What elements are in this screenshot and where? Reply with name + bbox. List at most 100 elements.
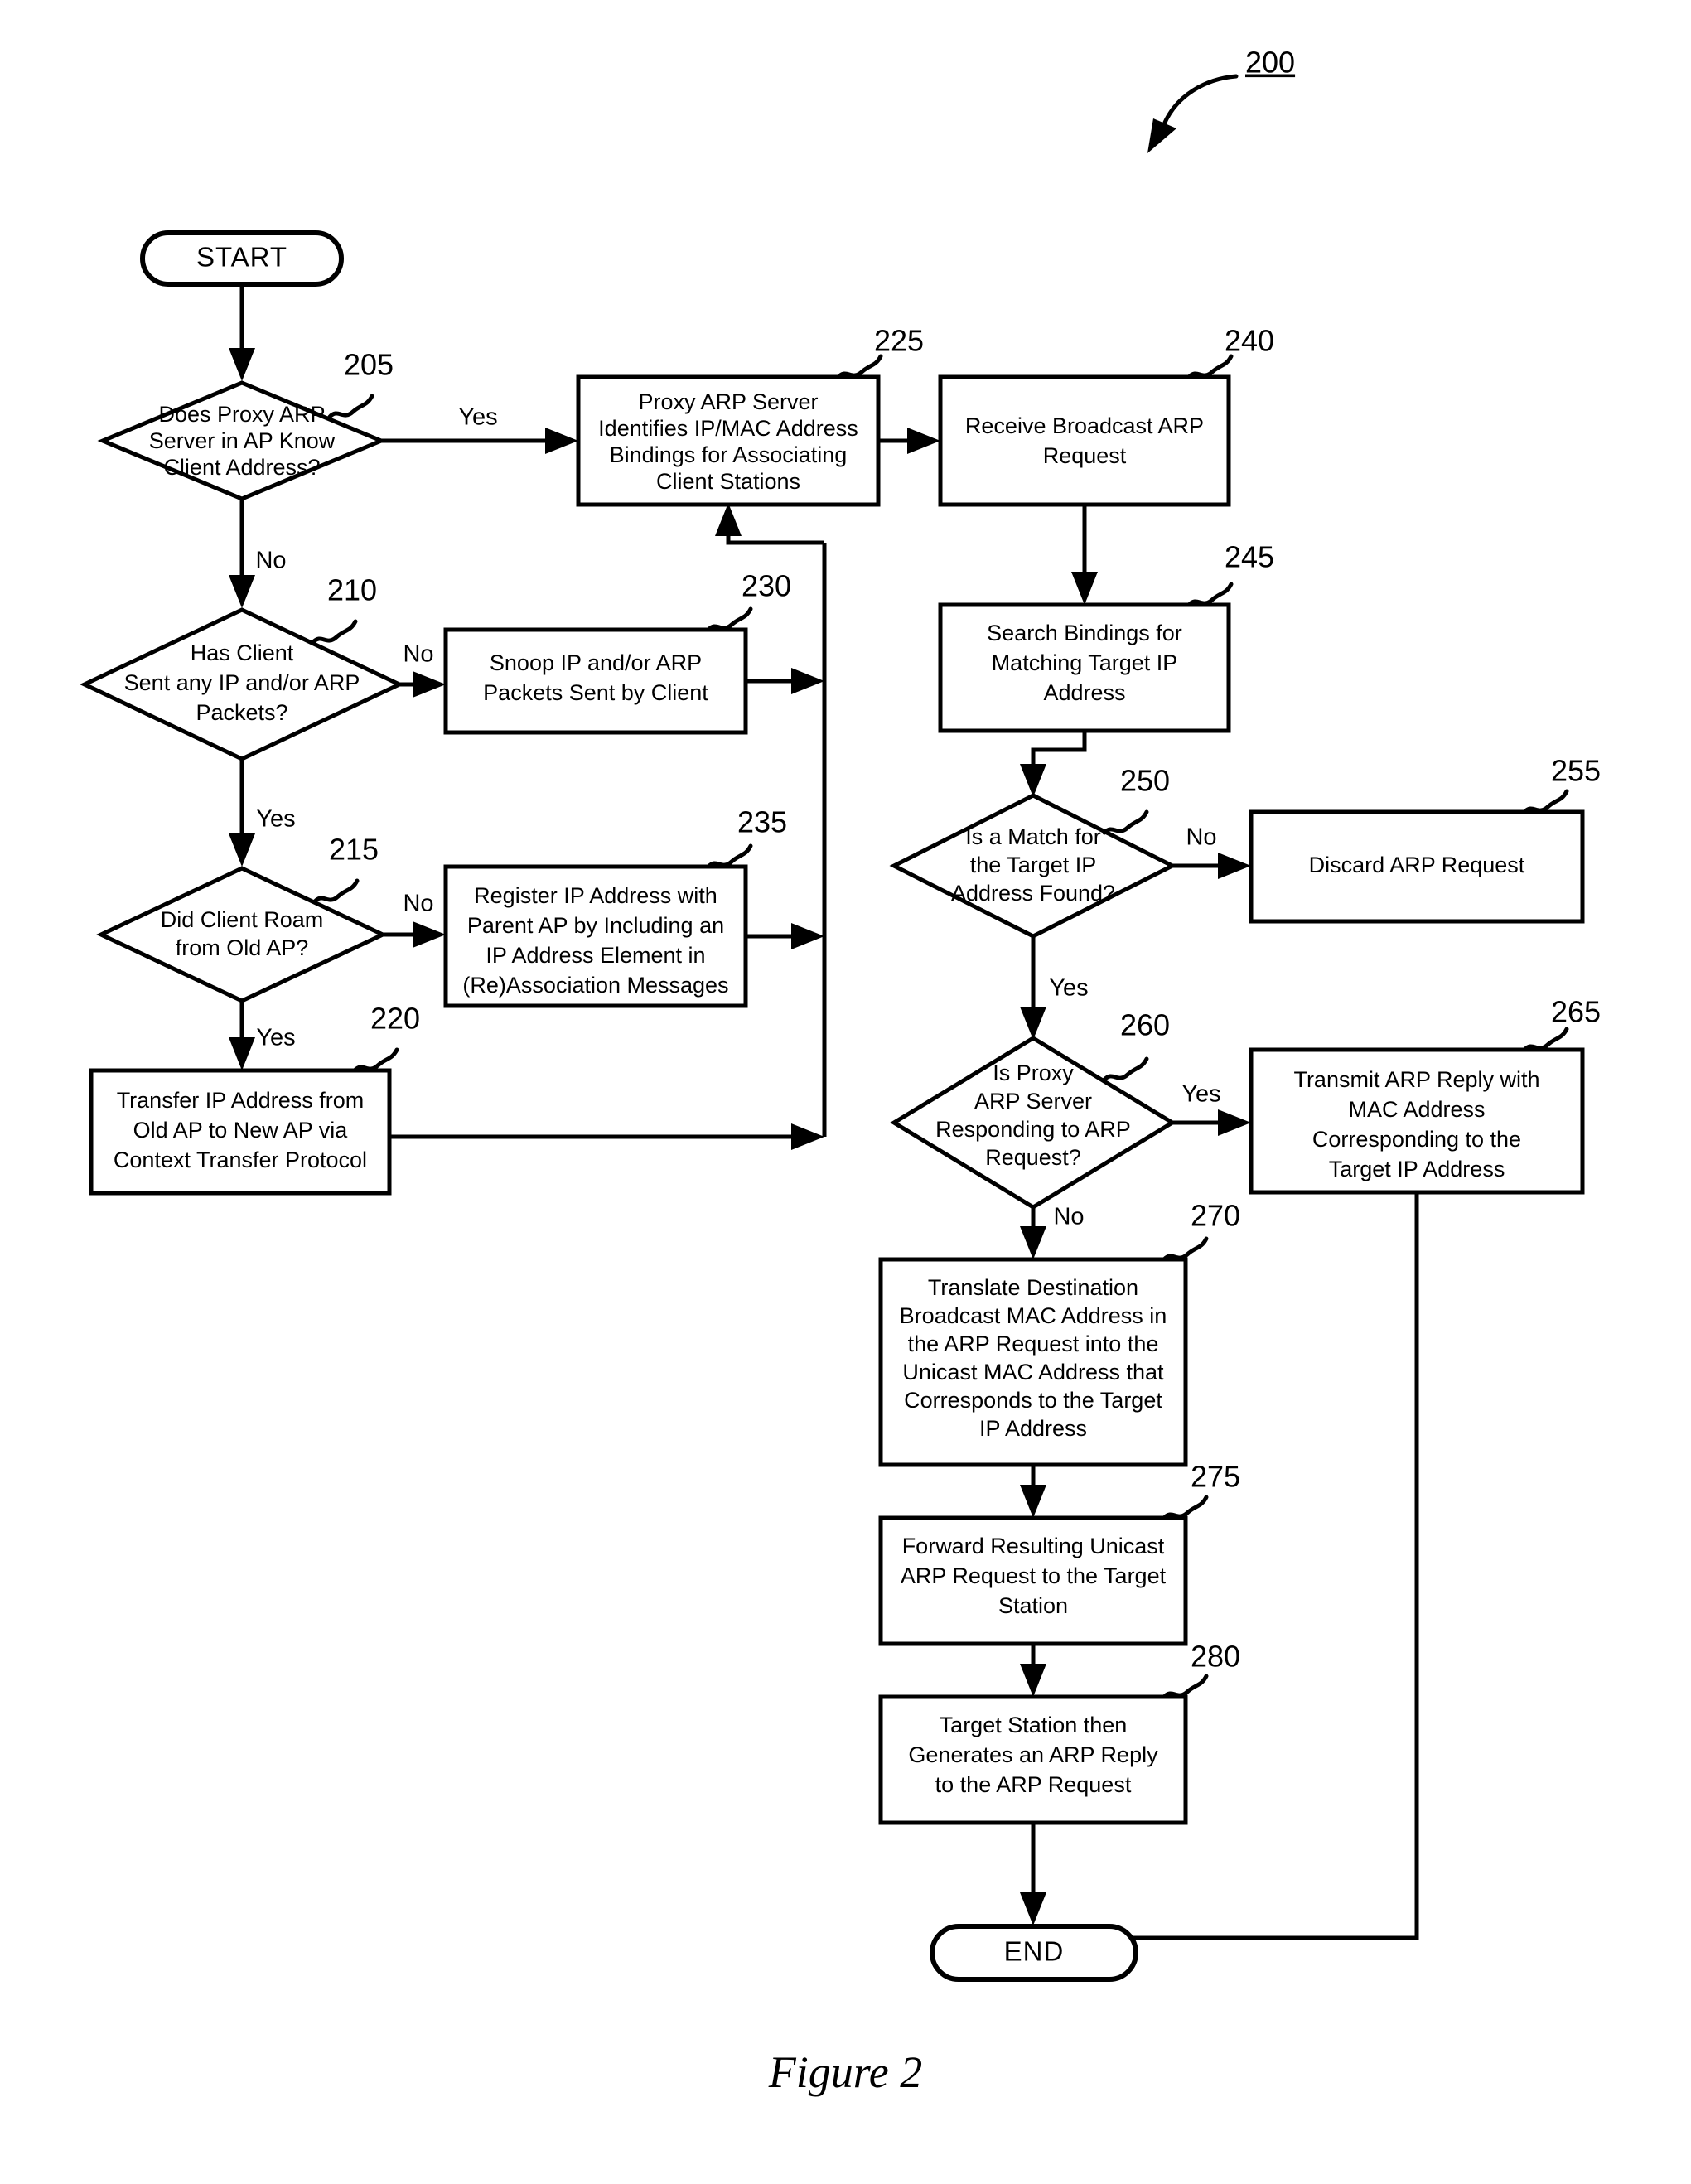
process-265-line-0: Transmit ARP Reply with bbox=[1293, 1067, 1539, 1092]
process-230: Snoop IP and/or ARP Packets Sent by Clie… bbox=[443, 627, 748, 735]
ref-215: 215 bbox=[312, 833, 379, 904]
decision-210: Has Client Sent any IP and/or ARP Packet… bbox=[80, 607, 404, 761]
ref-270: 270 bbox=[1162, 1199, 1240, 1262]
decision-250-line-1: the Target IP bbox=[970, 853, 1097, 877]
process-265-line-2: Corresponding to the bbox=[1312, 1127, 1521, 1152]
decision-205-line-2: Client Address? bbox=[163, 455, 320, 480]
process-220-line-0: Transfer IP Address from bbox=[117, 1088, 365, 1113]
process-270-line-5: IP Address bbox=[979, 1416, 1087, 1441]
process-270-line-0: Translate Destination bbox=[928, 1275, 1138, 1300]
process-270-line-1: Broadcast MAC Address in bbox=[900, 1303, 1167, 1328]
process-230-line-0: Snoop IP and/or ARP bbox=[490, 650, 702, 675]
edge-205-yes-to-225: Yes bbox=[381, 404, 578, 454]
process-235-line-1: Parent AP by Including an bbox=[467, 913, 724, 938]
process-225-line-2: Bindings for Associating bbox=[610, 442, 848, 467]
decision-260-line-1: ARP Server bbox=[974, 1089, 1092, 1114]
process-280: Target Station then Generates an ARP Rep… bbox=[878, 1694, 1188, 1825]
ref-275-label: 275 bbox=[1191, 1460, 1240, 1494]
process-220-line-1: Old AP to New AP via bbox=[133, 1118, 349, 1143]
ref-255: 255 bbox=[1522, 754, 1601, 814]
edge-label-250-yes: Yes bbox=[1049, 975, 1088, 1002]
decision-210-line-2: Packets? bbox=[196, 700, 287, 725]
process-225-line-0: Proxy ARP Server bbox=[638, 389, 818, 414]
decision-250-line-2: Address Found? bbox=[951, 881, 1115, 906]
ref-255-label: 255 bbox=[1551, 754, 1601, 788]
decision-250-line-0: Is a Match for bbox=[965, 824, 1101, 849]
edge-210-no-to-230: No bbox=[399, 641, 446, 698]
ref-210: 210 bbox=[311, 573, 377, 645]
ref-250: 250 bbox=[1102, 764, 1170, 835]
ref-220: 220 bbox=[352, 1002, 420, 1073]
ref-260: 260 bbox=[1102, 1008, 1170, 1082]
ref-230-label: 230 bbox=[742, 569, 791, 603]
decision-205: Does Proxy ARP Server in AP Know Client … bbox=[97, 380, 387, 501]
edge-260-no-to-270: No bbox=[1020, 1204, 1085, 1259]
start-terminator: START bbox=[140, 230, 344, 287]
edge-260-yes-to-265: Yes bbox=[1172, 1081, 1251, 1136]
decision-205-line-0: Does Proxy ARP bbox=[158, 402, 325, 427]
process-235: Register IP Address with Parent AP by In… bbox=[443, 864, 748, 1008]
ref-210-label: 210 bbox=[327, 573, 377, 607]
edge-start-to-205 bbox=[229, 284, 255, 381]
decision-210-line-0: Has Client bbox=[191, 640, 294, 665]
edge-280-to-end bbox=[1020, 1823, 1046, 1925]
process-225: Proxy ARP Server Identifies IP/MAC Addre… bbox=[576, 374, 881, 507]
decision-210-line-1: Sent any IP and/or ARP bbox=[124, 670, 360, 695]
ref-205-label: 205 bbox=[344, 348, 394, 382]
edge-250-yes-to-260: Yes bbox=[1020, 936, 1089, 1040]
process-225-line-1: Identifies IP/MAC Address bbox=[598, 416, 858, 441]
ref-235: 235 bbox=[706, 805, 787, 869]
edge-245-to-250 bbox=[1020, 731, 1087, 797]
decision-260-line-0: Is Proxy bbox=[993, 1061, 1074, 1085]
process-235-line-3: (Re)Association Messages bbox=[462, 973, 728, 998]
process-255: Discard ARP Request bbox=[1249, 809, 1585, 924]
edge-label-215-yes: Yes bbox=[256, 1025, 295, 1051]
process-270-line-2: the ARP Request into the bbox=[908, 1331, 1159, 1356]
process-280-line-2: to the ARP Request bbox=[935, 1772, 1132, 1797]
flowchart-canvas: 200 START Does Proxy ARP Server in AP Kn… bbox=[80, 46, 1601, 1982]
process-270-line-3: Unicast MAC Address that bbox=[902, 1360, 1164, 1384]
decision-250: Is a Match for the Target IP Address Fou… bbox=[889, 793, 1177, 939]
ref-245-label: 245 bbox=[1225, 540, 1274, 574]
end-label: END bbox=[1004, 1936, 1065, 1967]
ref-280: 280 bbox=[1162, 1640, 1240, 1699]
process-245-line-0: Search Bindings for bbox=[987, 621, 1182, 645]
decision-260-line-2: Responding to ARP bbox=[935, 1117, 1131, 1142]
process-265-line-1: MAC Address bbox=[1348, 1097, 1485, 1122]
ref-225: 225 bbox=[836, 324, 924, 379]
process-240-line-1: Request bbox=[1043, 443, 1127, 468]
start-label: START bbox=[196, 242, 287, 273]
decision-215-line-1: from Old AP? bbox=[176, 935, 309, 960]
ref-250-label: 250 bbox=[1120, 764, 1170, 798]
edge-label-210-no: No bbox=[403, 641, 433, 668]
process-270-line-4: Corresponds to the Target bbox=[904, 1388, 1162, 1413]
process-220: Transfer IP Address from Old AP to New A… bbox=[89, 1068, 392, 1196]
edge-label-205-no: No bbox=[255, 548, 286, 574]
end-terminator: END bbox=[930, 1924, 1138, 1982]
process-240: Receive Broadcast ARP Request bbox=[938, 374, 1231, 507]
edge-250-no-to-255: No bbox=[1172, 824, 1251, 879]
ref-275: 275 bbox=[1162, 1460, 1240, 1520]
process-220-line-2: Context Transfer Protocol bbox=[114, 1148, 367, 1172]
figure-reference-200-pointer bbox=[1147, 74, 1239, 153]
process-275-line-2: Station bbox=[998, 1593, 1068, 1618]
edge-label-210-yes: Yes bbox=[256, 806, 295, 833]
ref-240-label: 240 bbox=[1225, 324, 1274, 358]
process-255-line-0: Discard ARP Request bbox=[1309, 853, 1525, 877]
ref-205: 205 bbox=[327, 348, 394, 419]
edge-205-no-to-210: No bbox=[229, 499, 287, 608]
ref-220-label: 220 bbox=[370, 1002, 420, 1036]
edge-225-to-240 bbox=[878, 428, 940, 454]
process-225-line-3: Client Stations bbox=[656, 469, 800, 494]
edge-240-to-245 bbox=[1071, 505, 1098, 605]
ref-225-label: 225 bbox=[874, 324, 924, 358]
figure-reference-200-label: 200 bbox=[1245, 46, 1295, 80]
process-265: Transmit ARP Reply with MAC Address Corr… bbox=[1249, 1047, 1585, 1195]
edge-label-260-yes: Yes bbox=[1181, 1081, 1220, 1108]
ref-230: 230 bbox=[706, 569, 791, 632]
process-230-line-1: Packets Sent by Client bbox=[483, 680, 708, 705]
patent-figure-2: 200 START Does Proxy ARP Server in AP Kn… bbox=[0, 0, 1691, 2184]
ref-235-label: 235 bbox=[737, 805, 787, 839]
process-265-line-3: Target IP Address bbox=[1329, 1157, 1505, 1181]
process-275: Forward Resulting Unicast ARP Request to… bbox=[878, 1515, 1188, 1646]
